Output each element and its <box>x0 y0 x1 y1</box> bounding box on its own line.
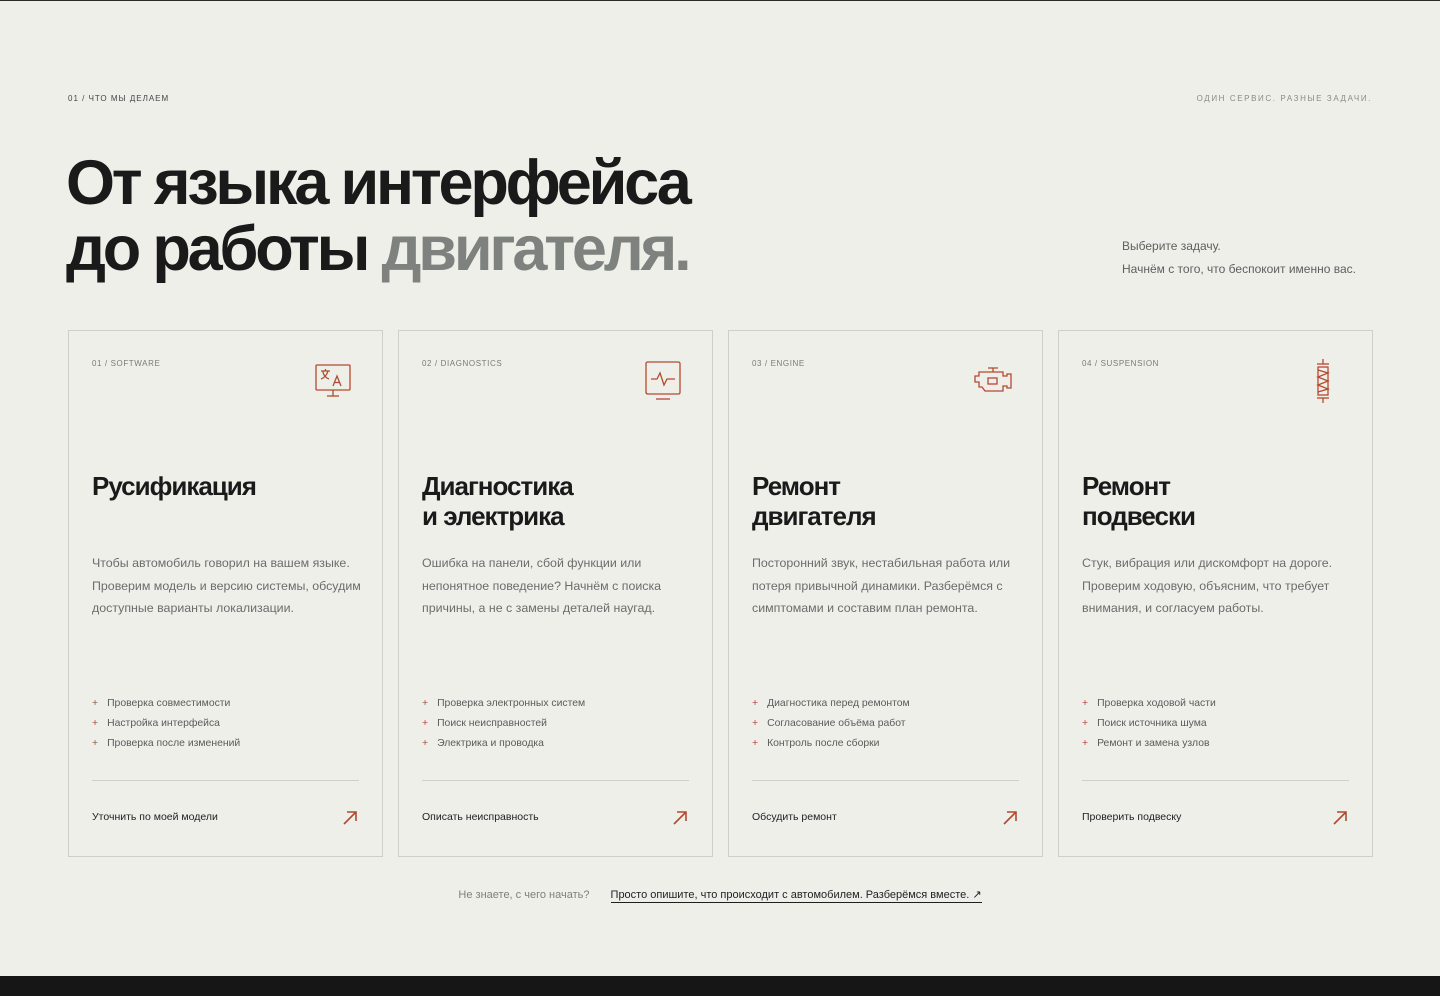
arrow-up-right-icon[interactable] <box>342 810 358 826</box>
list-item: Контроль после сборки <box>752 734 910 754</box>
service-card-engine[interactable]: 03 / ENGINE Ремонт двигателя Посторонний… <box>728 330 1043 857</box>
card-title-line2: двигателя <box>752 501 877 531</box>
card-description: Стук, вибрация или дискомфорт на дороге.… <box>1082 556 1333 615</box>
intro-line-1: Выберите задачу. <box>1122 239 1221 253</box>
help-prompt: Не знаете, с чего начать? Просто опишите… <box>0 888 1440 903</box>
list-item: Настройка интерфейса <box>92 714 240 734</box>
page-title: От языка интерфейса до работы двигателя. <box>66 148 692 284</box>
list-item: Электрика и проводка <box>422 734 585 754</box>
arrow-up-right-icon[interactable] <box>1002 810 1018 826</box>
intro-text: Выберите задачу. Начнём с того, что бесп… <box>1122 235 1372 281</box>
footer-bar <box>0 976 1440 996</box>
card-tag: 01 / SOFTWARE <box>92 359 161 368</box>
card-description: Ошибка на панели, сбой функции или непон… <box>422 556 662 615</box>
help-question: Не знаете, с чего начать? <box>458 889 590 901</box>
card-divider <box>752 780 1019 781</box>
card-title: Ремонт двигателя <box>752 471 1022 531</box>
card-title-line1: Ремонт <box>752 471 841 501</box>
list-item: Проверка после изменений <box>92 734 240 754</box>
card-title: Диагностика и электрика <box>422 471 692 531</box>
list-item: Проверка совместимости <box>92 694 240 714</box>
service-card-software[interactable]: 01 / SOFTWARE Русификация Чтобы автомоби… <box>68 330 383 857</box>
card-cta-link[interactable]: Проверить подвеску <box>1082 811 1181 823</box>
suspension-spring-icon <box>1301 359 1345 403</box>
section-tagline: ОДИН СЕРВИС. РАЗНЫЕ ЗАДАЧИ. <box>1196 94 1372 103</box>
card-title: Русификация <box>92 471 362 501</box>
translate-monitor-icon <box>311 359 355 403</box>
card-cta-link[interactable]: Уточнить по моей модели <box>92 811 218 823</box>
intro-line-2: Начнём с того, что беспокоит именно вас. <box>1122 262 1356 276</box>
card-feature-list: Проверка ходовой части Поиск источника ш… <box>1082 694 1216 754</box>
service-cards: 01 / SOFTWARE Русификация Чтобы автомоби… <box>68 330 1373 857</box>
list-item: Согласование объёма работ <box>752 714 910 734</box>
arrow-up-right-icon[interactable] <box>1332 810 1348 826</box>
top-border <box>0 0 1440 1</box>
card-title-line1: Русификация <box>92 471 257 501</box>
card-title: Ремонт подвески <box>1082 471 1352 531</box>
service-card-diagnostics[interactable]: 02 / DIAGNOSTICS Диагностика и электрика… <box>398 330 713 857</box>
card-divider <box>422 780 689 781</box>
card-description: Посторонний звук, нестабильная работа ил… <box>752 556 1011 615</box>
page-title-line2: до работы <box>66 214 382 284</box>
list-item: Диагностика перед ремонтом <box>752 694 910 714</box>
section-eyebrow: 01 / ЧТО МЫ ДЕЛАЕМ <box>68 94 170 103</box>
page-title-accent: двигателя. <box>381 214 692 284</box>
card-feature-list: Диагностика перед ремонтом Согласование … <box>752 694 910 754</box>
card-title-line1: Ремонт <box>1082 471 1171 501</box>
card-feature-list: Проверка совместимости Настройка интерфе… <box>92 694 240 754</box>
arrow-up-right-icon[interactable] <box>672 810 688 826</box>
list-item: Поиск неисправностей <box>422 714 585 734</box>
card-title-line2: подвески <box>1082 501 1196 531</box>
service-card-suspension[interactable]: 04 / SUSPENSION Ремонт подвески Стук, ви… <box>1058 330 1373 857</box>
card-divider <box>92 780 359 781</box>
card-title-line1: Диагностика <box>422 471 574 501</box>
list-item: Ремонт и замена узлов <box>1082 734 1216 754</box>
diagnostics-monitor-icon <box>641 359 685 403</box>
describe-problem-link[interactable]: Просто опишите, что происходит с автомоб… <box>610 889 982 903</box>
card-cta-link[interactable]: Обсудить ремонт <box>752 811 837 823</box>
card-tag: 03 / ENGINE <box>752 359 805 368</box>
list-item: Проверка ходовой части <box>1082 694 1216 714</box>
card-feature-list: Проверка электронных систем Поиск неиспр… <box>422 694 585 754</box>
page-title-line1: От языка интерфейса <box>66 148 692 218</box>
card-tag: 02 / DIAGNOSTICS <box>422 359 503 368</box>
list-item: Проверка электронных систем <box>422 694 585 714</box>
card-cta-link[interactable]: Описать неисправность <box>422 811 539 823</box>
engine-icon <box>971 359 1015 403</box>
card-title-line2: и электрика <box>422 501 565 531</box>
card-description: Чтобы автомобиль говорил на вашем языке.… <box>92 556 361 615</box>
card-tag: 04 / SUSPENSION <box>1082 359 1160 368</box>
list-item: Поиск источника шума <box>1082 714 1216 734</box>
card-divider <box>1082 780 1349 781</box>
